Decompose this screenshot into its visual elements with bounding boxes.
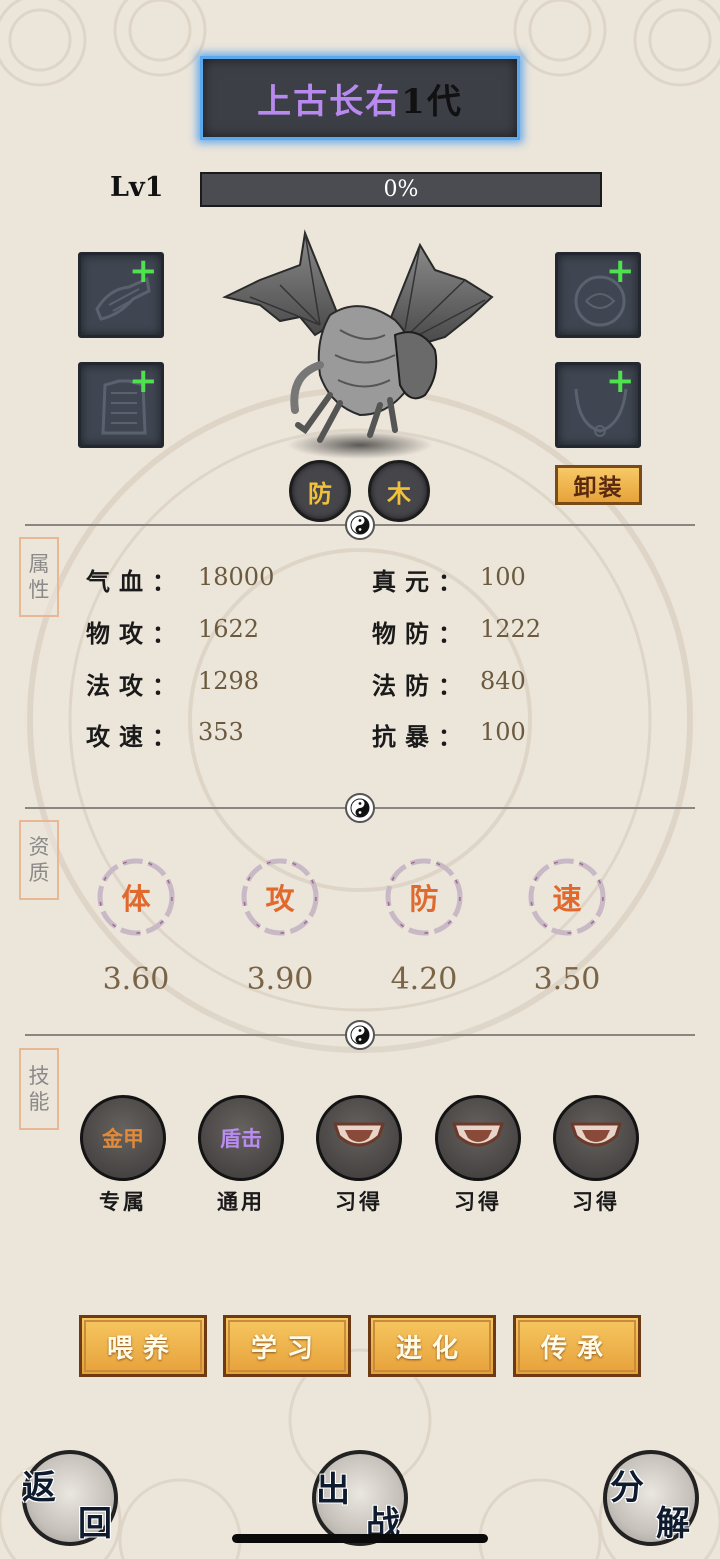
add-equip-icon: + (606, 251, 635, 291)
attr-matk-label: 法攻： (86, 671, 185, 700)
type-badge-element: 木 (368, 460, 430, 522)
skill-slot-general[interactable]: 盾击 (198, 1095, 284, 1181)
back-label-2: 回 (78, 1504, 112, 1544)
aptitude-value: 3.50 (533, 962, 601, 997)
aptitude-value: 3.60 (102, 962, 170, 997)
skill-type-label: 专属 (99, 1189, 147, 1214)
add-equip-icon: + (606, 361, 635, 401)
evolve-button[interactable]: 进化 (368, 1315, 496, 1377)
unequip-button[interactable]: 卸装 (555, 465, 642, 505)
pet-generation: 1代 (401, 81, 463, 122)
pet-title-panel: 上古长右1代 (200, 56, 520, 140)
attr-hp-value: 18000 (198, 563, 275, 591)
section-tag-skills: 技 能 (19, 1048, 59, 1130)
skill-type-label: 习得 (454, 1189, 502, 1214)
back-label-1: 返 (22, 1468, 56, 1508)
attr-crit-resist-label: 抗暴： (372, 722, 471, 751)
inherit-button[interactable]: 传承 (513, 1315, 641, 1377)
equip-slot-armor[interactable]: + (78, 362, 164, 448)
experience-bar: 0% (200, 172, 602, 207)
aptitude-value: 4.20 (390, 962, 458, 997)
experience-text: 0% (383, 177, 419, 202)
aptitude-attack-badge: 攻 (240, 857, 320, 937)
aptitude-value: 3.90 (246, 962, 314, 997)
equip-slot-orb[interactable]: + (555, 252, 641, 338)
attr-mdef-label: 法防： (372, 671, 471, 700)
equip-slot-glove[interactable]: + (78, 252, 164, 338)
skill-type-label: 习得 (335, 1189, 383, 1214)
lock-icon (569, 1122, 623, 1147)
learn-button[interactable]: 学习 (223, 1315, 351, 1377)
yin-yang-icon (345, 793, 375, 823)
attr-mp-value: 100 (480, 563, 526, 591)
fight-label-1: 出 (316, 1470, 350, 1510)
attr-matk-value: 1298 (198, 667, 260, 695)
attr-pdef-value: 1222 (480, 615, 542, 643)
decompose-label-2: 解 (656, 1504, 690, 1544)
attr-speed-label: 攻速： (86, 722, 185, 751)
skill-type-label: 习得 (572, 1189, 620, 1214)
add-equip-icon: + (129, 251, 158, 291)
lock-icon (332, 1122, 386, 1147)
attr-speed-value: 353 (198, 718, 244, 746)
attr-crit-resist-value: 100 (480, 718, 526, 746)
aptitude-constitution-badge: 体 (96, 857, 176, 937)
aptitude-char: 防 (409, 882, 439, 916)
attr-mp-label: 真元： (372, 567, 471, 596)
aptitude-char: 攻 (265, 882, 295, 916)
lock-icon (451, 1122, 505, 1147)
home-indicator (232, 1534, 488, 1543)
skill-slot-exclusive[interactable]: 金甲 (80, 1095, 166, 1181)
section-tag-aptitude: 资 质 (19, 820, 59, 900)
attr-mdef-value: 840 (480, 667, 526, 695)
level-label: Lv1 (110, 172, 164, 203)
attr-hp-label: 气血： (86, 567, 185, 596)
skill-slot-learned-3[interactable] (553, 1095, 639, 1181)
aptitude-char: 体 (121, 882, 151, 916)
attr-patk-label: 物攻： (86, 619, 185, 648)
attr-pdef-label: 物防： (372, 619, 471, 648)
type-badge-defense: 防 (289, 460, 351, 522)
feed-button[interactable]: 喂养 (79, 1315, 207, 1377)
decompose-label-1: 分 (610, 1468, 644, 1508)
add-equip-icon: + (129, 361, 158, 401)
pet-dragon-image (222, 229, 494, 459)
yin-yang-icon (345, 510, 375, 540)
aptitude-defense-badge: 防 (384, 857, 464, 937)
attr-patk-value: 1622 (198, 615, 260, 643)
skill-slot-learned-2[interactable] (435, 1095, 521, 1181)
aptitude-speed-badge: 速 (527, 857, 607, 937)
pet-name: 上古长右 (257, 81, 402, 122)
skill-slot-learned-1[interactable] (316, 1095, 402, 1181)
section-tag-attributes: 属 性 (19, 537, 59, 617)
equip-slot-necklace[interactable]: + (555, 362, 641, 448)
yin-yang-icon (345, 1020, 375, 1050)
skill-type-label: 通用 (217, 1189, 265, 1214)
aptitude-char: 速 (552, 882, 582, 916)
